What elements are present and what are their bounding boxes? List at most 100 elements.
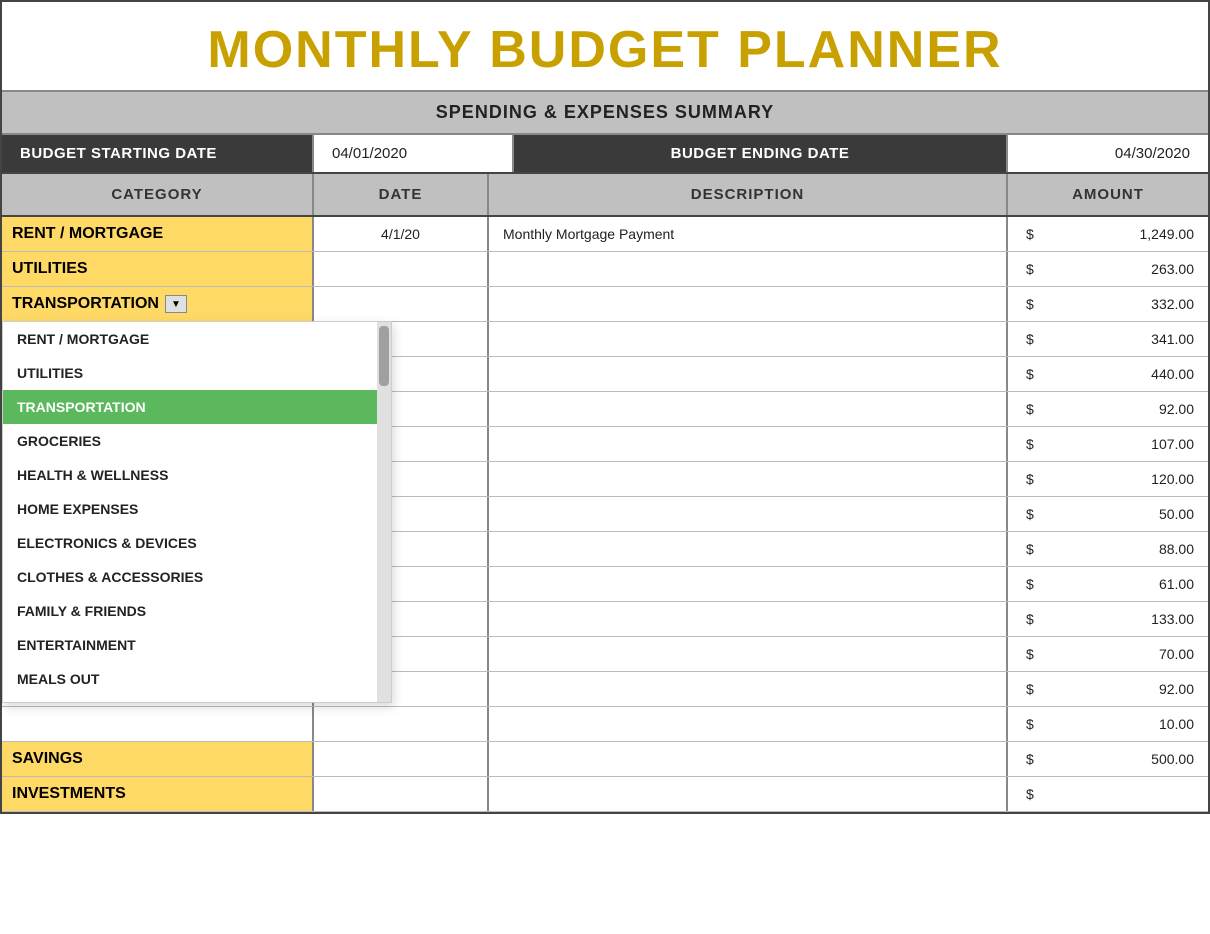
td-category: UTILITIES (2, 252, 314, 286)
td-description (489, 707, 1008, 741)
td-amount: $ 50.00 (1008, 497, 1208, 531)
dollar-sign: $ (1016, 576, 1034, 592)
category-dropdown[interactable]: RENT / MORTGAGEUTILITIESTRANSPORTATIONGR… (2, 321, 392, 703)
amount-value: 263.00 (1151, 261, 1194, 277)
td-description (489, 777, 1008, 811)
td-category: SAVINGS (2, 742, 314, 776)
dollar-sign: $ (1016, 786, 1034, 802)
scrollbar-thumb[interactable] (379, 326, 389, 386)
dollar-sign: $ (1016, 261, 1034, 277)
amount-value: 500.00 (1151, 751, 1194, 767)
category-label: TRANSPORTATION (12, 295, 159, 313)
amount-value: 61.00 (1159, 576, 1194, 592)
dollar-sign: $ (1016, 611, 1034, 627)
dropdown-item[interactable]: CLOTHES & ACCESSORIES (3, 560, 377, 594)
table-row: SAVINGS $ 500.00 (2, 742, 1208, 777)
td-amount: $ 92.00 (1008, 392, 1208, 426)
dollar-sign: $ (1016, 751, 1034, 767)
td-amount: $ 440.00 (1008, 357, 1208, 391)
td-date (314, 742, 489, 776)
td-description (489, 427, 1008, 461)
amount-value: 341.00 (1151, 331, 1194, 347)
dropdown-item[interactable]: HEALTH & WELLNESS (3, 458, 377, 492)
td-amount: $ 10.00 (1008, 707, 1208, 741)
td-date (314, 252, 489, 286)
table-row: TRANSPORTATION▼ RENT / MORTGAGEUTILITIES… (2, 287, 1208, 322)
td-amount: $ 332.00 (1008, 287, 1208, 321)
dropdown-item[interactable]: FAMILY & FRIENDS (3, 594, 377, 628)
dollar-sign: $ (1016, 681, 1034, 697)
dropdown-button[interactable]: ▼ (165, 295, 187, 313)
category-label: SAVINGS (12, 750, 83, 768)
td-description (489, 602, 1008, 636)
dropdown-item[interactable]: ENTERTAINMENT (3, 628, 377, 662)
td-category: INVESTMENTS (2, 777, 314, 811)
dollar-sign: $ (1016, 646, 1034, 662)
td-category: RENT / MORTGAGE (2, 217, 314, 251)
td-amount: $ 133.00 (1008, 602, 1208, 636)
td-description (489, 392, 1008, 426)
main-title: MONTHLY BUDGET PLANNER (2, 2, 1208, 90)
amount-value: 440.00 (1151, 366, 1194, 382)
amount-value: 50.00 (1159, 506, 1194, 522)
amount-value: 70.00 (1159, 646, 1194, 662)
td-description (489, 252, 1008, 286)
dollar-sign: $ (1016, 541, 1034, 557)
td-description (489, 672, 1008, 706)
th-amount: AMOUNT (1008, 174, 1208, 215)
dollar-sign: $ (1016, 436, 1034, 452)
dollar-sign: $ (1016, 716, 1034, 732)
table-row: UTILITIES $ 263.00 (2, 252, 1208, 287)
dropdown-scrollbar[interactable] (377, 322, 391, 702)
th-category: CATEGORY (2, 174, 314, 215)
dropdown-item[interactable]: TRAVEL (3, 696, 377, 702)
td-description (489, 462, 1008, 496)
dropdown-item[interactable]: TRANSPORTATION (3, 390, 377, 424)
td-amount: $ 70.00 (1008, 637, 1208, 671)
td-date: 4/1/20 (314, 217, 489, 251)
td-description (489, 567, 1008, 601)
amount-value: 332.00 (1151, 296, 1194, 312)
dollar-sign: $ (1016, 331, 1034, 347)
td-amount: $ (1008, 777, 1208, 811)
td-description (489, 287, 1008, 321)
amount-value: 92.00 (1159, 681, 1194, 697)
td-amount: $ 341.00 (1008, 322, 1208, 356)
dropdown-item[interactable]: ELECTRONICS & DEVICES (3, 526, 377, 560)
table-body: RENT / MORTGAGE 4/1/20 Monthly Mortgage … (2, 217, 1208, 812)
budget-end-value[interactable]: 04/30/2020 (1008, 135, 1208, 172)
amount-value: 120.00 (1151, 471, 1194, 487)
td-amount: $ 61.00 (1008, 567, 1208, 601)
dropdown-item[interactable]: HOME EXPENSES (3, 492, 377, 526)
td-description (489, 322, 1008, 356)
budget-start-value[interactable]: 04/01/2020 (314, 135, 514, 172)
dollar-sign: $ (1016, 471, 1034, 487)
category-label: INVESTMENTS (12, 785, 126, 803)
td-description (489, 742, 1008, 776)
td-date (314, 707, 489, 741)
table-row: RENT / MORTGAGE 4/1/20 Monthly Mortgage … (2, 217, 1208, 252)
td-category[interactable]: TRANSPORTATION▼ RENT / MORTGAGEUTILITIES… (2, 287, 314, 321)
td-amount: $ 1,249.00 (1008, 217, 1208, 251)
td-description (489, 357, 1008, 391)
dates-row: BUDGET STARTING DATE 04/01/2020 BUDGET E… (2, 135, 1208, 174)
td-description (489, 497, 1008, 531)
table-row: $ 10.00 (2, 707, 1208, 742)
amount-value: 107.00 (1151, 436, 1194, 452)
dollar-sign: $ (1016, 226, 1034, 242)
budget-end-label: BUDGET ENDING DATE (514, 135, 1008, 172)
td-amount: $ 500.00 (1008, 742, 1208, 776)
td-description (489, 637, 1008, 671)
table-row: INVESTMENTS $ (2, 777, 1208, 812)
amount-value: 92.00 (1159, 401, 1194, 417)
dropdown-item[interactable]: UTILITIES (3, 356, 377, 390)
dollar-sign: $ (1016, 296, 1034, 312)
td-date (314, 777, 489, 811)
category-label: RENT / MORTGAGE (12, 225, 163, 243)
td-amount: $ 120.00 (1008, 462, 1208, 496)
dropdown-item[interactable]: GROCERIES (3, 424, 377, 458)
dropdown-item[interactable]: MEALS OUT (3, 662, 377, 696)
td-description (489, 532, 1008, 566)
dropdown-item[interactable]: RENT / MORTGAGE (3, 322, 377, 356)
td-category (2, 707, 314, 741)
